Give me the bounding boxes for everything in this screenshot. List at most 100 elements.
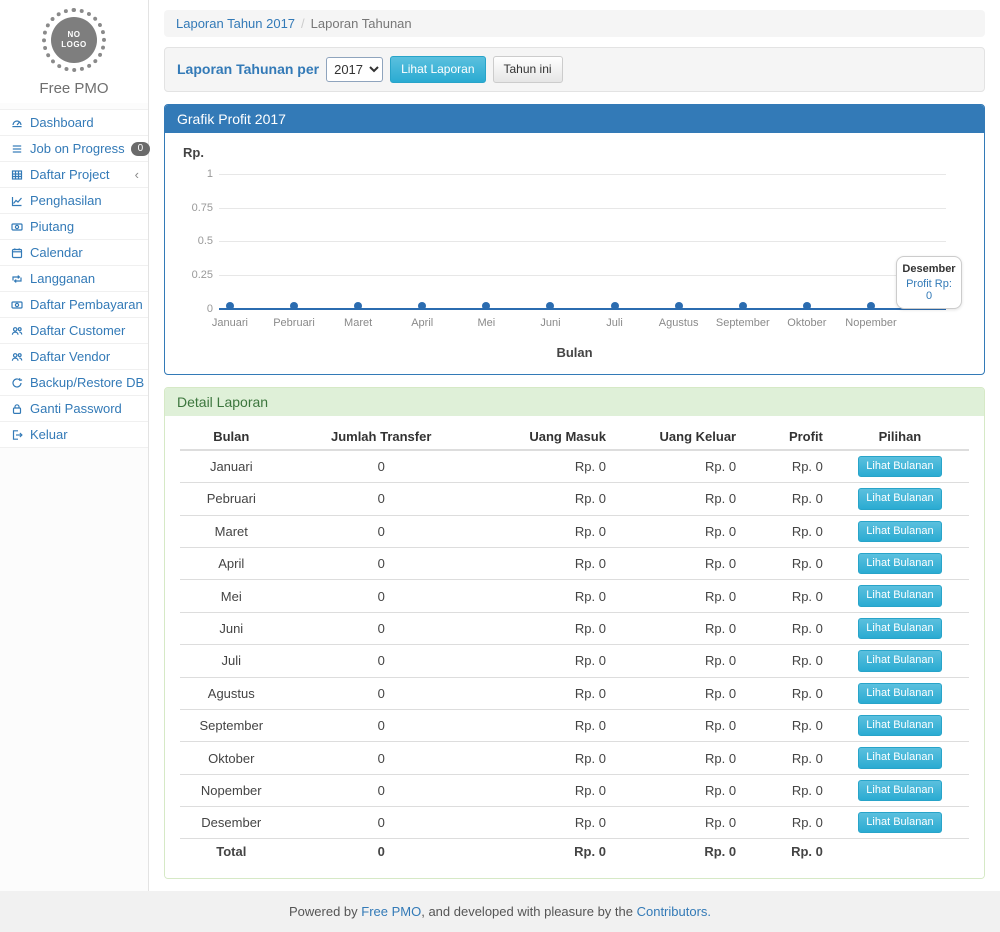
sidebar-item-dashboard[interactable]: Dashboard	[0, 110, 148, 136]
sidebar-item-label: Daftar Pembayaran	[30, 297, 143, 312]
cell-bulan: Juni	[180, 612, 283, 644]
cell-action: Lihat Bulanan	[831, 774, 969, 806]
refresh-icon	[9, 377, 24, 389]
data-point-april	[418, 302, 426, 310]
money-icon	[9, 221, 24, 233]
x-tick-label: Pebruari	[273, 317, 315, 329]
footer-link-freepmo[interactable]: Free PMO	[361, 904, 421, 919]
cell-action: Lihat Bulanan	[831, 483, 969, 515]
sidebar-item-keluar[interactable]: Keluar	[0, 422, 148, 448]
cell-uang-keluar: Rp. 0	[614, 612, 744, 644]
breadcrumb: Laporan Tahun 2017/Laporan Tahunan	[164, 10, 985, 37]
total-cell-action-empty	[831, 839, 969, 865]
view-monthly-button-september[interactable]: Lihat Bulanan	[858, 715, 941, 736]
count-badge: 0	[131, 142, 151, 156]
data-point-oktober	[803, 302, 811, 310]
line-chart-icon	[9, 195, 24, 207]
view-monthly-button-juni[interactable]: Lihat Bulanan	[858, 618, 941, 639]
column-header-pilihan: Pilihan	[831, 424, 969, 450]
sidebar-item-penghasilan[interactable]: Penghasilan	[0, 188, 148, 214]
detail-panel-body: BulanJumlah TransferUang MasukUang Kelua…	[165, 416, 984, 879]
footer: Powered by Free PMO, and developed with …	[0, 891, 1000, 932]
sidebar-item-backup-restore-db[interactable]: Backup/Restore DB	[0, 370, 148, 396]
users-icon	[9, 351, 24, 363]
sidebar-item-label: Backup/Restore DB	[30, 375, 144, 390]
sidebar-item-label: Job on Progress	[30, 141, 125, 156]
cell-profit: Rp. 0	[744, 677, 831, 709]
sidebar-item-daftar-vendor[interactable]: Daftar Vendor	[0, 344, 148, 370]
cell-uang-keluar: Rp. 0	[614, 677, 744, 709]
table-row-oktober: Oktober0Rp. 0Rp. 0Rp. 0Lihat Bulanan	[180, 742, 969, 774]
cell-uang-masuk: Rp. 0	[480, 742, 614, 774]
cell-jumlah-transfer: 0	[283, 612, 480, 644]
table-row-januari: Januari0Rp. 0Rp. 0Rp. 0Lihat Bulanan	[180, 450, 969, 483]
view-monthly-button-pebruari[interactable]: Lihat Bulanan	[858, 488, 941, 509]
view-monthly-button-april[interactable]: Lihat Bulanan	[858, 553, 941, 574]
this-year-button[interactable]: Tahun ini	[493, 56, 563, 83]
table-row-desember: Desember0Rp. 0Rp. 0Rp. 0Lihat Bulanan	[180, 807, 969, 839]
view-monthly-button-mei[interactable]: Lihat Bulanan	[858, 585, 941, 606]
sidebar-item-ganti-password[interactable]: Ganti Password	[0, 396, 148, 422]
view-monthly-button-januari[interactable]: Lihat Bulanan	[858, 456, 941, 477]
y-tick-label: 0.75	[179, 202, 213, 214]
sidebar-item-job-on-progress[interactable]: Job on Progress 0	[0, 136, 148, 162]
cell-action: Lihat Bulanan	[831, 677, 969, 709]
cell-uang-masuk: Rp. 0	[480, 774, 614, 806]
chart-gridline	[219, 275, 946, 276]
cell-jumlah-transfer: 0	[283, 483, 480, 515]
users-icon	[9, 325, 24, 337]
cell-jumlah-transfer: 0	[283, 709, 480, 741]
view-monthly-button-oktober[interactable]: Lihat Bulanan	[858, 747, 941, 768]
cell-uang-keluar: Rp. 0	[614, 807, 744, 839]
year-select[interactable]: 2017	[326, 57, 383, 82]
cell-profit: Rp. 0	[744, 645, 831, 677]
table-row-pebruari: Pebruari0Rp. 0Rp. 0Rp. 0Lihat Bulanan	[180, 483, 969, 515]
sidebar-item-daftar-pembayaran[interactable]: Daftar Pembayaran	[0, 292, 148, 318]
data-point-juni	[546, 302, 554, 310]
cell-jumlah-transfer: 0	[283, 774, 480, 806]
chart-data-line	[219, 308, 946, 310]
cell-action: Lihat Bulanan	[831, 515, 969, 547]
cell-profit: Rp. 0	[744, 580, 831, 612]
logo-text-line1: NO	[68, 30, 81, 40]
retweet-icon	[9, 273, 24, 285]
sidebar-item-calendar[interactable]: Calendar	[0, 240, 148, 266]
view-monthly-button-nopember[interactable]: Lihat Bulanan	[858, 780, 941, 801]
view-monthly-button-juli[interactable]: Lihat Bulanan	[858, 650, 941, 671]
cell-uang-masuk: Rp. 0	[480, 515, 614, 547]
view-report-button[interactable]: Lihat Laporan	[390, 56, 485, 83]
breadcrumb-link-laporan-tahun[interactable]: Laporan Tahun 2017	[176, 16, 295, 31]
cell-profit: Rp. 0	[744, 515, 831, 547]
page: NO LOGO Free PMO DashboardJob on Progres…	[0, 0, 1000, 891]
cell-uang-masuk: Rp. 0	[480, 483, 614, 515]
sidebar-item-label: Daftar Customer	[30, 323, 125, 338]
cell-bulan: September	[180, 709, 283, 741]
x-tick-label: Oktober	[787, 317, 826, 329]
y-tick-label: 0.5	[179, 235, 213, 247]
sidebar-item-label: Daftar Project	[30, 167, 109, 182]
x-tick-label: Agustus	[659, 317, 699, 329]
sidebar-item-daftar-customer[interactable]: Daftar Customer	[0, 318, 148, 344]
table-row-september: September0Rp. 0Rp. 0Rp. 0Lihat Bulanan	[180, 709, 969, 741]
cell-bulan: Juli	[180, 645, 283, 677]
data-point-juli	[611, 302, 619, 310]
view-monthly-button-desember[interactable]: Lihat Bulanan	[858, 812, 941, 833]
cell-uang-masuk: Rp. 0	[480, 677, 614, 709]
cell-uang-keluar: Rp. 0	[614, 742, 744, 774]
tasks-icon	[9, 143, 24, 155]
view-monthly-button-maret[interactable]: Lihat Bulanan	[858, 521, 941, 542]
sidebar-item-daftar-project[interactable]: Daftar Project‹	[0, 162, 148, 188]
cell-bulan: Nopember	[180, 774, 283, 806]
footer-link-contributors[interactable]: Contributors.	[637, 904, 711, 919]
sidebar-item-langganan[interactable]: Langganan	[0, 266, 148, 292]
data-point-pebruari	[290, 302, 298, 310]
cell-jumlah-transfer: 0	[283, 645, 480, 677]
sidebar-item-piutang[interactable]: Piutang	[0, 214, 148, 240]
sidebar-item-label: Langganan	[30, 271, 95, 286]
chart-gridline	[219, 241, 946, 242]
view-monthly-button-agustus[interactable]: Lihat Bulanan	[858, 683, 941, 704]
cell-uang-keluar: Rp. 0	[614, 645, 744, 677]
table-row-juli: Juli0Rp. 0Rp. 0Rp. 0Lihat Bulanan	[180, 645, 969, 677]
breadcrumb-current: Laporan Tahunan	[311, 16, 412, 31]
cell-jumlah-transfer: 0	[283, 580, 480, 612]
